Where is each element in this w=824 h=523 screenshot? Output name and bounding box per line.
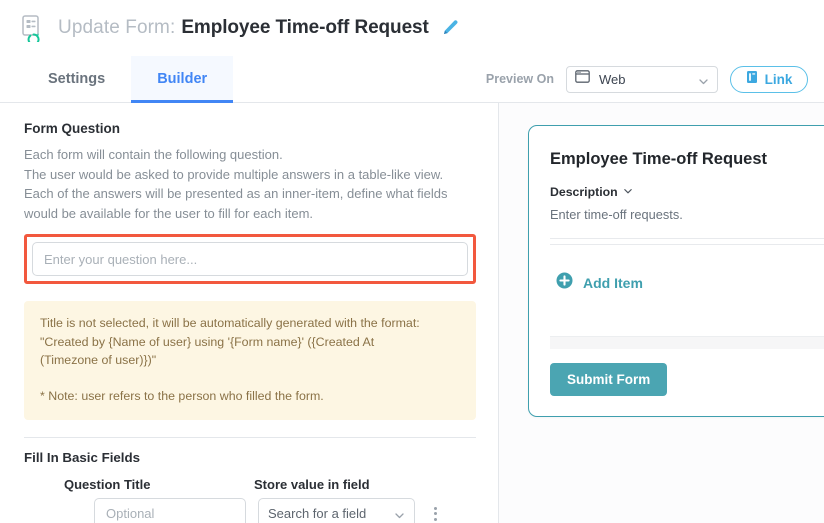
field-row: Search for a field: [24, 498, 476, 523]
form-preview-pane: Employee Time-off Request Description En…: [499, 103, 824, 523]
preview-device-select[interactable]: Web: [566, 65, 718, 93]
form-question-description: Each form will contain the following que…: [24, 145, 476, 223]
more-vertical-icon[interactable]: [427, 503, 443, 523]
add-item-button[interactable]: Add Item: [556, 272, 824, 294]
header-title-prefix: Update Form:: [58, 17, 176, 38]
kebab-dot: [433, 517, 437, 521]
kebab-dot: [433, 506, 437, 510]
chevron-down-icon: [394, 508, 405, 519]
description-line: Each form will contain the following que…: [24, 147, 283, 162]
link-document-icon: [746, 70, 759, 89]
section-divider: [24, 437, 476, 438]
tab-list: Settings Builder: [22, 56, 234, 103]
preview-card: Employee Time-off Request Description En…: [528, 125, 824, 417]
app-header: Update Form: Employee Time-off Request: [0, 0, 824, 56]
main-body: Form Question Each form will contain the…: [0, 103, 824, 523]
preview-controls: Preview On Web Link: [486, 56, 824, 102]
note-line: "Created by {Name of user} using '{Form …: [40, 334, 375, 349]
form-builder-pane: Form Question Each form will contain the…: [0, 103, 499, 523]
column-header-question-title: Question Title: [64, 477, 151, 492]
store-value-field-value: Search for a field: [268, 506, 367, 521]
note-line: (Timezone of user)})": [40, 353, 157, 367]
question-title-input[interactable]: [94, 498, 246, 523]
preview-device-value: Web: [599, 71, 626, 87]
tab-builder-label: Builder: [157, 71, 208, 87]
plus-circle-icon: [556, 272, 573, 294]
chevron-down-icon: [623, 185, 633, 199]
note-footnote: * Note: user refers to the person who fi…: [40, 388, 324, 403]
preview-on-label: Preview On: [485, 72, 554, 86]
pencil-icon[interactable]: [441, 19, 459, 37]
preview-description-label: Description: [550, 185, 618, 199]
fill-basic-fields-heading: Fill In Basic Fields: [24, 450, 141, 465]
description-line: The user would be asked to provide multi…: [24, 166, 444, 182]
question-input[interactable]: [32, 242, 468, 276]
description-line: Each of the answers will be presented as…: [24, 186, 448, 201]
preview-form-title: Employee Time-off Request: [550, 150, 767, 168]
page-title: Employee Time-off Request: [181, 17, 429, 38]
tab-builder[interactable]: Builder: [131, 56, 234, 103]
preview-items-table: [550, 238, 824, 245]
preview-description-toggle[interactable]: Description: [550, 185, 824, 199]
link-button-label: Link: [764, 71, 793, 87]
auto-title-note: Title is not selected, it will be automa…: [24, 301, 476, 420]
store-value-field-select[interactable]: Search for a field: [258, 498, 415, 523]
preview-footer-strip: [550, 336, 824, 349]
question-input-highlight: [24, 234, 476, 284]
description-line: would be available for the user to fill …: [24, 205, 314, 221]
kebab-dot: [433, 512, 437, 515]
link-button[interactable]: Link: [730, 65, 808, 93]
form-question-heading: Form Question: [24, 121, 121, 136]
note-line: Title is not selected, it will be automa…: [40, 316, 420, 330]
tab-settings-label: Settings: [48, 71, 106, 87]
column-header-store-value: Store value in field: [254, 477, 370, 492]
tab-bar: Settings Builder Preview On Web Link: [0, 56, 824, 103]
document-refresh-icon: [20, 14, 46, 46]
preview-description-text: Enter time-off requests.: [550, 207, 683, 222]
chevron-down-icon: [698, 74, 709, 85]
tab-settings[interactable]: Settings: [22, 56, 131, 102]
submit-form-button[interactable]: Submit Form: [550, 363, 668, 396]
browser-window-icon: [575, 70, 590, 88]
add-item-label: Add Item: [583, 275, 643, 291]
field-column-headers: Question Title Store value in field: [24, 477, 476, 492]
